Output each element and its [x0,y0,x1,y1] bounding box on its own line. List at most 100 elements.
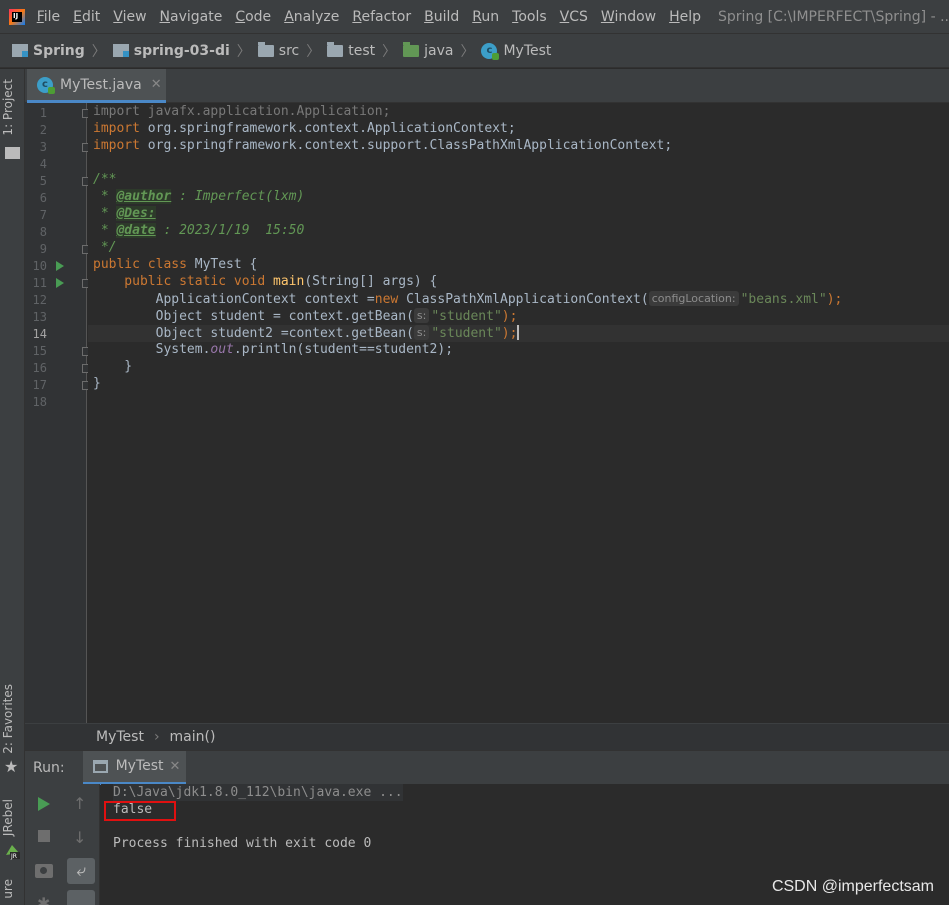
code-text: MyTest { [186,257,258,272]
line-number: 3 [39,140,47,154]
run-class-gutter-icon[interactable] [56,261,64,271]
code-line-3: import org.springframework.context.suppo… [93,138,672,155]
camera-icon[interactable] [35,864,53,878]
code-punctuation: ); [501,326,518,341]
structure-tool-tab[interactable]: ure [1,879,15,899]
console-command: D:\Java\jdk1.8.0_112\bin\java.exe ... [113,784,403,801]
navigation-bar: Spring 〉 spring-03-di 〉 src 〉 test 〉 jav… [0,33,949,68]
chevron-right-icon: 〉 [91,43,106,60]
star-icon[interactable]: ★ [4,757,18,776]
line-number: 11 [32,276,47,290]
rerun-icon[interactable] [38,797,50,811]
breadcrumb-method[interactable]: main() [170,729,216,745]
code-line-1: import javafx.application.Application; [93,104,391,119]
line-number: 7 [39,208,47,222]
chevron-right-icon: 〉 [382,43,397,60]
chevron-right-icon: 〉 [460,43,475,60]
menu-window[interactable]: Window [601,9,656,25]
menu-help[interactable]: Help [669,9,701,25]
window-title: Spring [C:\IMPERFECT\Spring] - ... [718,8,949,25]
close-icon[interactable]: ✕ [170,759,181,774]
javadoc-tag: @author [116,189,172,204]
crumb-class[interactable]: c MyTest [481,42,552,60]
code-line-12: ApplicationContext context =new ClassPat… [93,291,842,308]
run-toolbar: ↑ ↓ ⤶ ✱ [25,784,100,905]
run-tab-mytest[interactable]: MyTest ✕ [82,750,187,785]
code-punctuation: ); [501,309,518,324]
comment-text: * [93,189,117,204]
project-tool-tab[interactable]: 1: Project [1,79,15,136]
menu-vcs[interactable]: VCS [560,9,588,25]
scroll-to-end-icon[interactable] [67,890,95,905]
line-number: 10 [32,259,47,273]
keyword: public class [93,257,187,272]
favorites-tool-tab[interactable]: 2: Favorites [1,684,15,754]
intellij-logo-icon: IJ [9,8,25,25]
menu-analyze[interactable]: Analyze [284,9,339,25]
soft-wrap-icon[interactable]: ⤶ [67,858,95,884]
code-line-13: Object student = context.getBean(s: "stud… [93,308,517,325]
crumb-class-label: MyTest [503,42,552,59]
tab-mytest-java[interactable]: c MyTest.java ✕ [27,69,166,103]
run-main-gutter-icon[interactable] [56,278,64,288]
code-line-16: } [93,359,133,374]
javadoc-tag: @Des: [116,206,156,221]
crumb-test[interactable]: test [327,41,375,59]
crumb-module-label: spring-03-di [133,42,230,59]
menu-file[interactable]: File [37,9,60,25]
arrow-up-icon[interactable]: ↑ [73,794,86,813]
crumb-java[interactable]: java [403,41,454,59]
string-literal: "beans.xml" [740,292,827,307]
line-number: 1 [39,106,47,120]
string-literal: "student" [431,326,502,341]
menu-build[interactable]: Build [424,9,459,25]
menu-code[interactable]: Code [235,9,271,25]
project-folder-icon[interactable] [5,147,20,159]
line-number: 15 [32,344,47,358]
code-punctuation: ); [826,292,843,307]
gear-icon[interactable]: ✱ [37,894,50,905]
line-number: 17 [32,378,47,392]
code-line-7: * @Des: [93,206,156,223]
string-literal: "student" [431,309,502,324]
tab-label: MyTest.java [60,76,142,93]
crumb-src[interactable]: src [257,41,299,59]
line-number-current: 14 [32,327,47,341]
test-sources-folder-icon [403,41,420,57]
menu-tools[interactable]: Tools [512,9,547,25]
comment-text: * [93,206,117,221]
keyword: import [93,121,140,136]
comment-text: : Imperfect(lxm) [171,189,305,204]
code-line-5: /** [93,172,117,187]
code-line-17: } [93,376,101,391]
menu-refactor[interactable]: Refactor [352,9,411,25]
java-class-icon: c [37,76,55,94]
line-number: 2 [39,123,47,137]
crumb-java-label: java [424,42,454,59]
line-number: 8 [39,225,47,239]
code-editor[interactable]: import javafx.application.Application; i… [88,103,949,723]
crumb-project[interactable]: Spring [12,43,85,59]
code-text: org.springframework.context.support.Clas… [139,138,673,153]
console-output[interactable]: D:\Java\jdk1.8.0_112\bin\java.exe ... fa… [101,784,949,905]
crumb-module[interactable]: spring-03-di [112,42,230,59]
breadcrumb-class[interactable]: MyTest [96,729,144,745]
arrow-down-icon[interactable]: ↓ [73,828,86,847]
menu-run[interactable]: Run [472,9,499,25]
crumb-project-label: Spring [33,42,85,59]
close-icon[interactable]: ✕ [151,77,162,92]
highlight-box [104,801,176,821]
jrebel-icon[interactable]: JR [4,843,21,860]
comment-text: * [93,223,117,238]
code-line-2: import org.springframework.context.Appli… [93,121,516,138]
menu-edit[interactable]: Edit [73,9,100,25]
code-line-11: public static void main(String[] args) { [93,274,437,291]
parameter-hint: s: [413,325,430,340]
menu-view[interactable]: View [113,9,146,25]
line-number: 4 [39,157,47,171]
stop-icon[interactable] [38,830,50,842]
javadoc-tag: @date [116,223,156,238]
menu-navigate[interactable]: Navigate [160,9,223,25]
code-line-8: * @date : 2023/1/19 15:50 [93,223,304,240]
jrebel-tool-tab[interactable]: JRebel [1,799,15,836]
